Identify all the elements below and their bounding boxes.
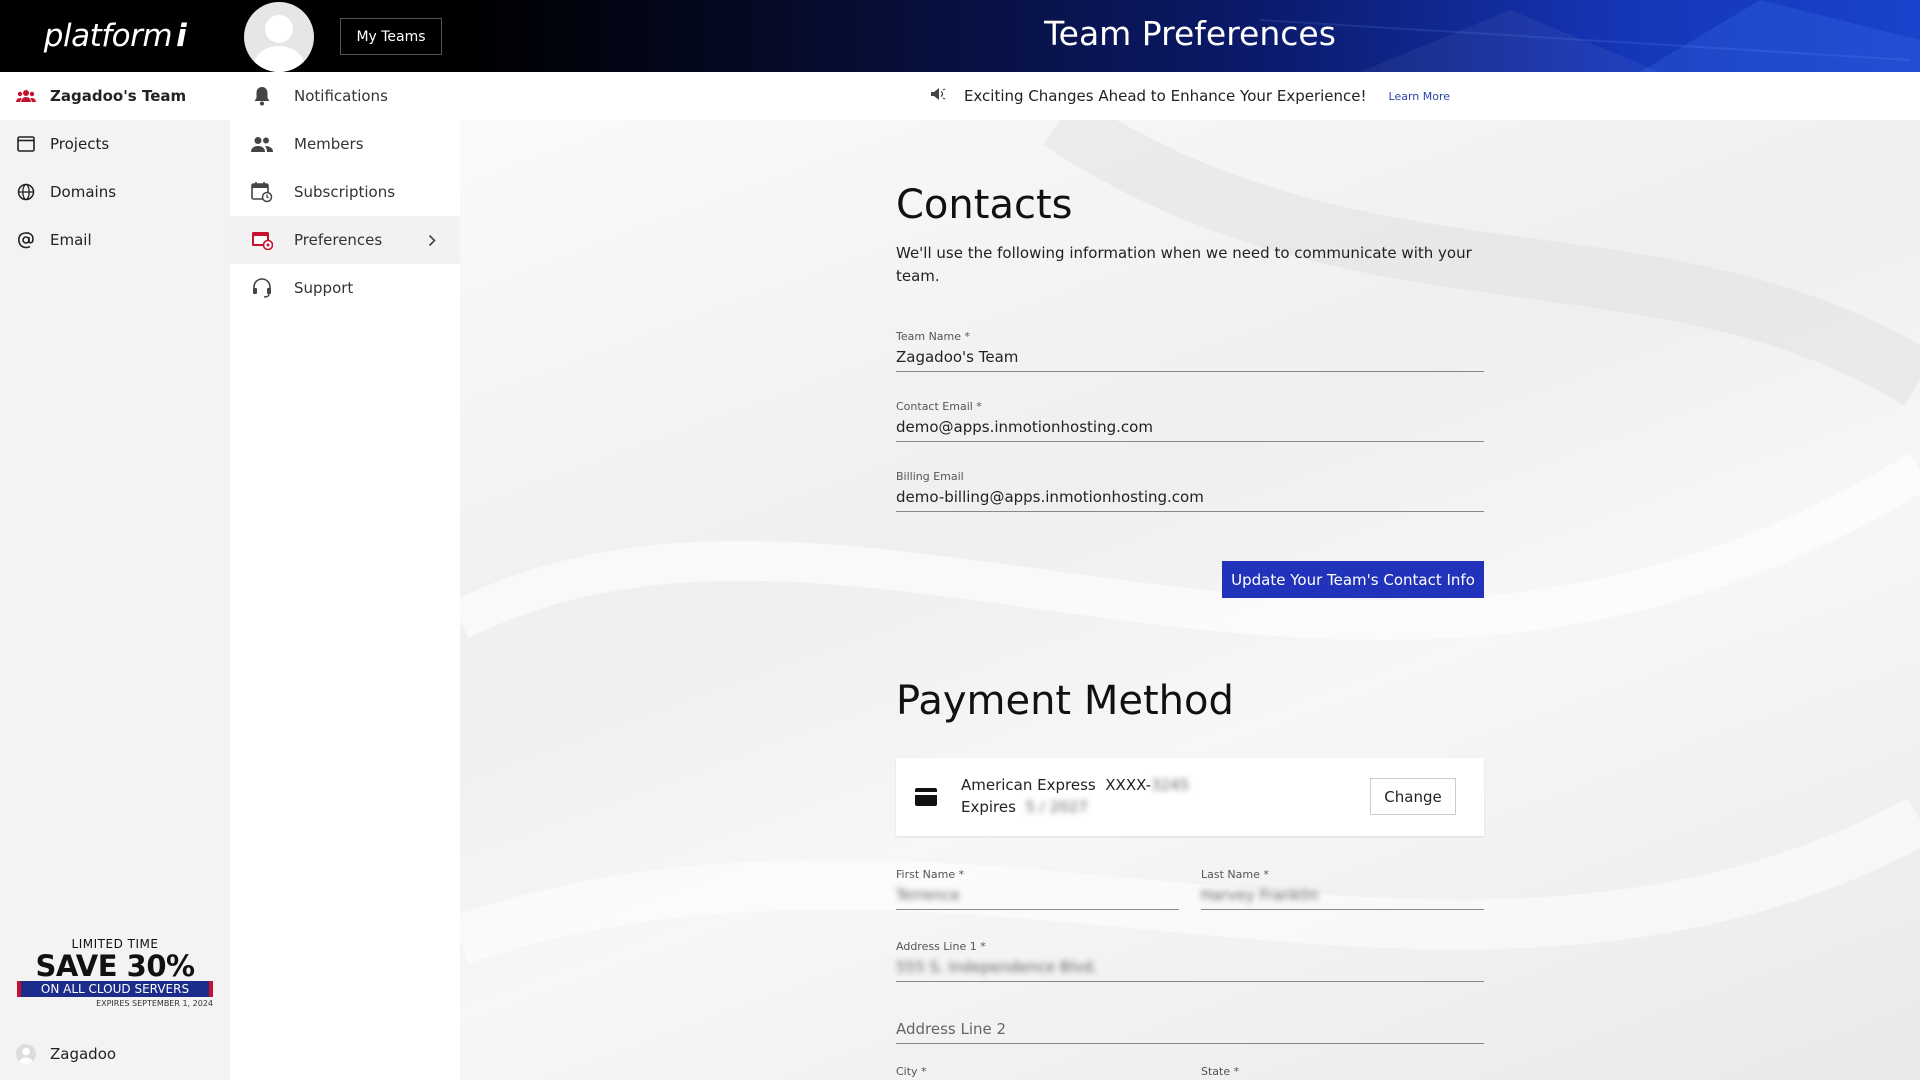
user-name: Zagadoo: [50, 1045, 117, 1063]
tab-members[interactable]: Members: [230, 120, 460, 168]
contacts-description: We'll use the following information when…: [896, 244, 1472, 285]
change-card-button[interactable]: Change: [1370, 778, 1456, 815]
avatar: [16, 1044, 36, 1064]
billing-email-field[interactable]: Billing Email demo-billing@apps.inmotion…: [896, 470, 1484, 512]
promo-banner[interactable]: LIMITED TIME SAVE 30% ON ALL CLOUD SERVE…: [17, 937, 213, 1008]
promo-expires: EXPIRES SEPTEMBER 1, 2024: [96, 999, 213, 1008]
learn-more-link[interactable]: Learn More: [1389, 90, 1451, 103]
logo-i: i: [176, 18, 187, 54]
sidebar-item-team[interactable]: Zagadoo's Team: [0, 72, 230, 120]
state-field[interactable]: State *: [1201, 1065, 1484, 1078]
team-header: My Teams: [230, 0, 460, 72]
sidebar-item-domains[interactable]: Domains: [0, 168, 230, 216]
people-icon: [250, 132, 274, 156]
update-contact-button[interactable]: Update Your Team's Contact Info: [1222, 561, 1484, 598]
announcement-text: Exciting Changes Ahead to Enhance Your E…: [963, 87, 1367, 105]
preferences-icon: [250, 228, 274, 252]
tab-subscriptions[interactable]: Subscriptions: [230, 168, 460, 216]
city-field[interactable]: City *: [896, 1065, 1179, 1078]
user-menu[interactable]: Zagadoo: [16, 1044, 116, 1064]
billing-email-input[interactable]: demo-billing@apps.inmotionhosting.com: [896, 488, 1484, 511]
field-label: First Name *: [896, 868, 965, 881]
globe-icon: [16, 182, 36, 202]
payment-method-heading: Payment Method: [896, 678, 1234, 724]
sidebar-item-label: Domains: [50, 183, 117, 201]
address-line2-input[interactable]: Address Line 2: [896, 1020, 1484, 1043]
card-brand: American Express: [961, 776, 1096, 794]
at-icon: [16, 230, 36, 250]
card-last4: 3245: [1151, 776, 1190, 794]
platform-logo[interactable]: platform i: [0, 0, 230, 72]
my-teams-button[interactable]: My Teams: [340, 18, 442, 55]
payment-card: American Express XXXX-3245 Expires 5 / 2…: [896, 758, 1484, 836]
window-icon: [16, 134, 36, 154]
address-line2-field[interactable]: Address Line 2: [896, 1020, 1484, 1044]
expires-value: 5 / 2027: [1025, 798, 1088, 816]
headset-icon: [250, 276, 274, 300]
address-line1-input[interactable]: 555 S. Independence Blvd.: [896, 958, 1484, 981]
last-name-input[interactable]: Harvey Franklin: [1201, 886, 1484, 909]
field-label: City *: [896, 1065, 927, 1078]
contact-email-field[interactable]: Contact Email * demo@apps.inmotionhostin…: [896, 400, 1484, 442]
sidebar-item-email[interactable]: Email: [0, 216, 230, 264]
tab-label: Support: [294, 279, 354, 297]
team-avatar: [244, 2, 314, 72]
credit-card-icon: [914, 787, 938, 811]
team-name-field[interactable]: Team Name * Zagadoo's Team: [896, 330, 1484, 372]
sidebar-item-label: Projects: [50, 135, 110, 153]
card-mask: XXXX-: [1105, 776, 1152, 794]
sidebar-item-projects[interactable]: Projects: [0, 120, 230, 168]
card-number: American Express XXXX-3245: [961, 776, 1189, 794]
field-label: State *: [1201, 1065, 1240, 1078]
sidebar-item-label: Zagadoo's Team: [50, 87, 187, 105]
field-label: Billing Email: [896, 470, 964, 483]
card-expiry: Expires 5 / 2027: [961, 798, 1088, 816]
field-label: Last Name *: [1201, 868, 1269, 881]
secondary-sidebar: My Teams Notifications Members Subscript…: [230, 0, 460, 1080]
page-header: Team Preferences: [460, 0, 1920, 72]
announcement-bar: Exciting Changes Ahead to Enhance Your E…: [460, 72, 1920, 120]
expires-label: Expires: [961, 798, 1016, 816]
tab-support[interactable]: Support: [230, 264, 460, 312]
team-name-input[interactable]: Zagadoo's Team: [896, 348, 1484, 371]
promo-save: SAVE 30%: [35, 949, 195, 983]
tab-notifications[interactable]: Notifications: [230, 72, 460, 120]
first-name-field[interactable]: First Name * Terrence: [896, 868, 1179, 910]
calendar-icon: [250, 180, 274, 204]
main-content: Contacts We'll use the following informa…: [460, 120, 1920, 1080]
tab-preferences[interactable]: Preferences: [230, 216, 460, 264]
page-title: Team Preferences: [1044, 14, 1336, 53]
contacts-heading: Contacts: [896, 182, 1073, 228]
sidebar-item-label: Email: [50, 231, 92, 249]
team-icon: [16, 86, 36, 106]
tab-label: Members: [294, 135, 364, 153]
logo-text: platform: [43, 18, 173, 54]
first-name-input[interactable]: Terrence: [896, 886, 1179, 909]
primary-sidebar: platform i Zagadoo's Team Projects Domain…: [0, 0, 230, 1080]
last-name-field[interactable]: Last Name * Harvey Franklin: [1201, 868, 1484, 910]
tab-label: Notifications: [294, 87, 388, 105]
field-label: Team Name *: [896, 330, 971, 343]
address-line1-field[interactable]: Address Line 1 * 555 S. Independence Blv…: [896, 940, 1484, 982]
bell-icon: [250, 84, 274, 108]
tab-label: Subscriptions: [294, 183, 396, 201]
promo-bar: ON ALL CLOUD SERVERS: [17, 981, 213, 997]
contact-email-input[interactable]: demo@apps.inmotionhosting.com: [896, 418, 1484, 441]
tab-label: Preferences: [294, 231, 383, 249]
chevron-right-icon: [428, 233, 436, 251]
megaphone-icon: [930, 87, 946, 105]
field-label: Address Line 1 *: [896, 940, 986, 953]
field-label: Contact Email *: [896, 400, 982, 413]
